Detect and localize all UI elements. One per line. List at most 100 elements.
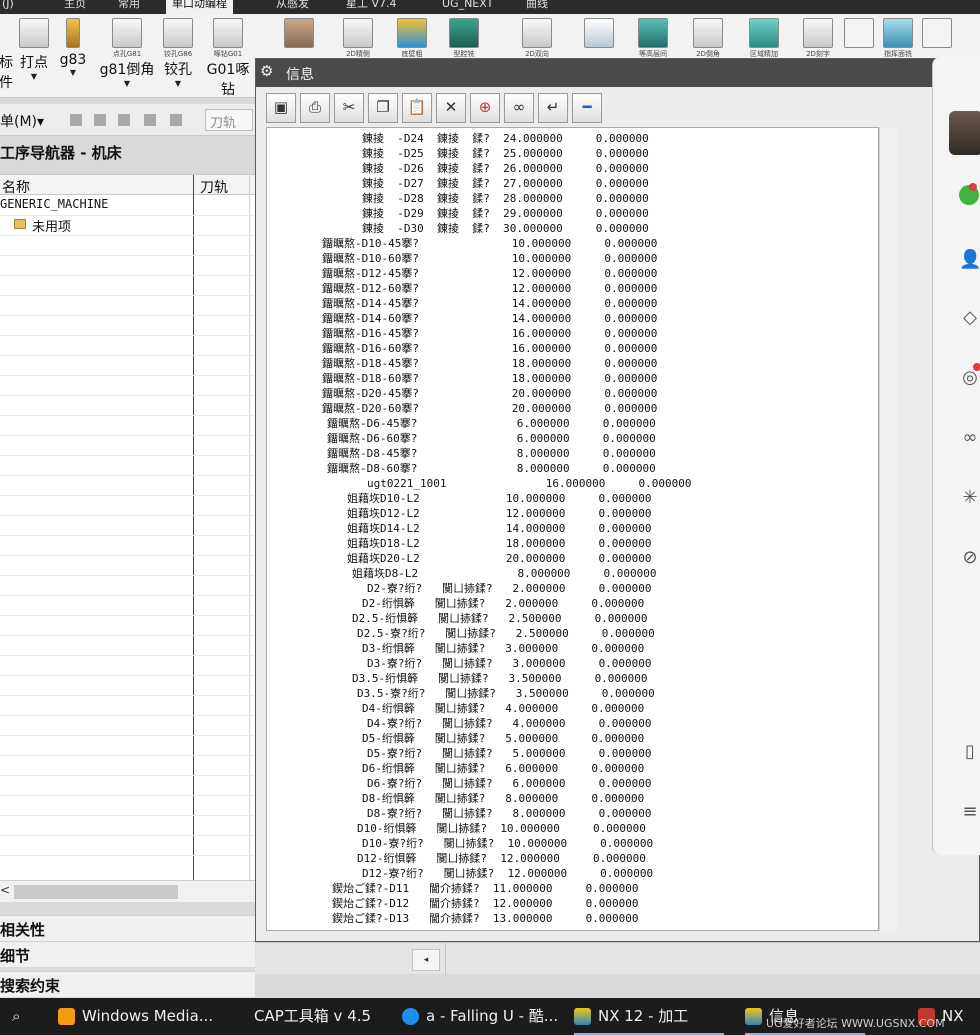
section-search[interactable]: 搜索约束 — [0, 971, 255, 997]
button-area-finish[interactable]: 区域精加 — [744, 18, 784, 59]
button-2d-engrave[interactable]: 2D刻字 — [798, 18, 838, 59]
taskbar-item-music[interactable]: a - Falling U - 酷... — [402, 998, 562, 1035]
tab-home[interactable]: 主页 — [64, 0, 86, 14]
section-details[interactable]: 细节 — [0, 941, 255, 967]
button-caption: 铰孔G86 — [163, 50, 193, 58]
minimize-icon[interactable]: ━ — [572, 93, 602, 123]
face-mill-icon — [883, 18, 913, 48]
search-icon[interactable]: ⌕ — [12, 998, 32, 1035]
info-line: 錬掕 -D24 錬掕 鍒? 24.000000 0.000000 — [362, 132, 649, 145]
copy-icon[interactable]: ❐ — [368, 93, 398, 123]
print-icon[interactable]: ⎙ — [300, 93, 330, 123]
button-g81-chamfer[interactable]: 点孔G81 g81倒角 ▼ — [98, 18, 156, 88]
button-caption: 点孔G81 — [112, 50, 142, 58]
toolbar-icon[interactable] — [118, 114, 130, 126]
tree-node-machine[interactable]: GENERIC_MACHINE — [0, 197, 108, 211]
cube-icon[interactable]: ◇ — [959, 307, 980, 329]
butterfly-icon[interactable]: ∞ — [959, 427, 980, 449]
info-line: 姐藉垁D10-L2 10.000000 0.000000 — [347, 492, 652, 505]
tab-1[interactable]: (J) — [2, 0, 14, 14]
button-blank-2[interactable] — [920, 18, 954, 48]
find-icon[interactable]: ⊕ — [470, 93, 500, 123]
bidir-icon — [522, 18, 552, 48]
toolbar-icon[interactable] — [170, 114, 182, 126]
button-2d-chamfer[interactable]: 2D倒角 — [688, 18, 728, 59]
music-app-icon — [402, 1008, 419, 1025]
toolbar-icon[interactable] — [144, 114, 156, 126]
info-line: D12-寮?绗? 闃ㄩ捇鍒? 12.000000 0.000000 — [362, 867, 654, 880]
word-wrap-icon[interactable]: ↵ — [538, 93, 568, 123]
info-line: ugt0221_1001 16.000000 0.000000 — [367, 477, 692, 490]
save-icon[interactable]: ▣ — [266, 93, 296, 123]
menu-button[interactable]: 单(M)▾ — [0, 111, 44, 131]
info-line: D3-绗惧簳 闃ㄩ捇鍒? 3.000000 0.000000 — [362, 642, 645, 655]
info-line: 鐂曞熬-D8-60搴? 8.000000 0.000000 — [327, 462, 656, 475]
info-line: 鐂曞熬-D6-45搴? 6.000000 0.000000 — [327, 417, 656, 430]
button-face-mill[interactable]: 指挥面铣 — [878, 18, 918, 59]
tab-tool[interactable]: 星工 V7.4 — [346, 0, 397, 14]
avatar[interactable] — [949, 111, 980, 155]
button-cavity-mill[interactable]: 型腔铣 — [444, 18, 484, 59]
info-line: 鐂曞熬-D12-45搴? 12.000000 0.000000 — [322, 267, 658, 280]
button-spot[interactable]: 打点 ▼ — [16, 18, 52, 81]
toolbar-icon[interactable] — [94, 114, 106, 126]
tree-node-unused[interactable]: 未用项 — [32, 216, 71, 235]
info-line: D4-寮?绗? 闃ㄩ捇鍒? 4.000000 0.000000 — [367, 717, 652, 730]
button-g01-peck[interactable]: 啄钻G01 G01啄钻 — [200, 18, 256, 99]
button-floor-wall[interactable]: 底壁粗 — [392, 18, 432, 59]
navigator-hscrollbar[interactable]: < — [0, 880, 255, 902]
phone-icon[interactable]: ▯ — [959, 741, 980, 763]
button-g83[interactable]: g83 ▼ — [58, 18, 88, 77]
button-part[interactable] — [284, 18, 314, 48]
button-label: 打点 — [20, 55, 48, 71]
contacts-icon[interactable]: 👤 — [959, 249, 980, 271]
collapse-left-icon[interactable]: ◂ — [412, 949, 440, 971]
button-caption: 啄钻G01 — [213, 50, 243, 58]
taskbar-label: NX 12 - 加工 — [598, 1007, 689, 1025]
button-blank-1[interactable] — [842, 18, 876, 48]
info-line: 錬掕 -D30 錬掕 鍒? 30.000000 0.000000 — [362, 222, 649, 235]
operation-navigator-grid: 名称 刀轨 GENERIC_MACHINE 未用项 — [0, 174, 255, 880]
scroll-left-icon[interactable]: < — [0, 883, 10, 897]
gear-icon[interactable]: ⚙ — [260, 62, 273, 80]
info-line: D3.5-寮?绗? 闃ㄩ捇鍒? 3.500000 0.000000 — [357, 687, 655, 700]
link-icon[interactable]: ⊘ — [959, 547, 980, 569]
delete-icon[interactable]: ✕ — [436, 93, 466, 123]
binoculars-icon[interactable]: ∞ — [504, 93, 534, 123]
button-machine[interactable] — [584, 18, 614, 48]
cut-icon[interactable]: ✂ — [334, 93, 364, 123]
scroll-thumb[interactable] — [14, 885, 178, 899]
info-text-area[interactable]: 錬掕 -D24 錬掕 鍒? 24.000000 0.000000 錬掕 -D25 … — [266, 127, 879, 931]
tab-programming[interactable]: 单口动编程 — [166, 0, 233, 14]
toolpath-filter-field[interactable]: 刀轨 — [205, 109, 253, 131]
info-vscrollbar[interactable] — [879, 127, 897, 931]
divider — [445, 943, 446, 975]
menu-icon[interactable]: ≡ — [959, 801, 980, 823]
peck-drill-icon — [213, 18, 243, 48]
taskbar-label: NX — [942, 1007, 964, 1025]
info-line: D3.5-绗惧簳 闃ㄩ捇鍒? 3.500000 0.000000 — [352, 672, 648, 685]
taskbar-item-media[interactable]: Windows Media... — [58, 998, 218, 1035]
column-header-toolpath[interactable]: 刀轨 — [200, 177, 228, 197]
dialog-titlebar[interactable]: ⚙ 信息 — [256, 59, 980, 87]
tab-ugnext[interactable]: UG_NEXT — [442, 0, 493, 14]
navigator-menubar: 单(M)▾ 刀轨 — [0, 104, 255, 136]
info-line: D8-绗惧簳 闃ㄩ捇鍒? 8.000000 0.000000 — [362, 792, 645, 805]
taskbar-item-nx[interactable]: NX 12 - 加工 — [574, 998, 724, 1035]
toolbar-icon[interactable] — [70, 114, 82, 126]
tab-4[interactable]: 从感发 — [276, 0, 309, 14]
taskbar-item-cap[interactable]: CAP工具箱 v 4.5 — [230, 998, 380, 1035]
column-header-name[interactable]: 名称 — [2, 177, 30, 197]
info-line: D5-绗惧簳 闃ㄩ捇鍒? 5.000000 0.000000 — [362, 732, 645, 745]
button-ream[interactable]: 铰孔G86 铰孔 ▼ — [160, 18, 196, 88]
button-2d-finish[interactable]: 2D精侧 — [338, 18, 378, 59]
paste-icon[interactable]: 📋 — [402, 93, 432, 123]
sparkle-icon[interactable]: ✳ — [959, 487, 980, 509]
section-dependencies[interactable]: 相关性 — [0, 915, 255, 941]
button-label: G01啄钻 — [206, 62, 250, 98]
tab-curve[interactable]: 曲线 — [526, 0, 548, 14]
tab-common[interactable]: 常用 — [118, 0, 140, 14]
button-2d-bidir[interactable]: 2D双向 — [516, 18, 558, 59]
info-line: 鍥炲ご鍒?-D11 閫介捇鍒? 11.000000 0.000000 — [332, 882, 639, 895]
button-zlevel[interactable]: 等高层间 — [632, 18, 674, 59]
